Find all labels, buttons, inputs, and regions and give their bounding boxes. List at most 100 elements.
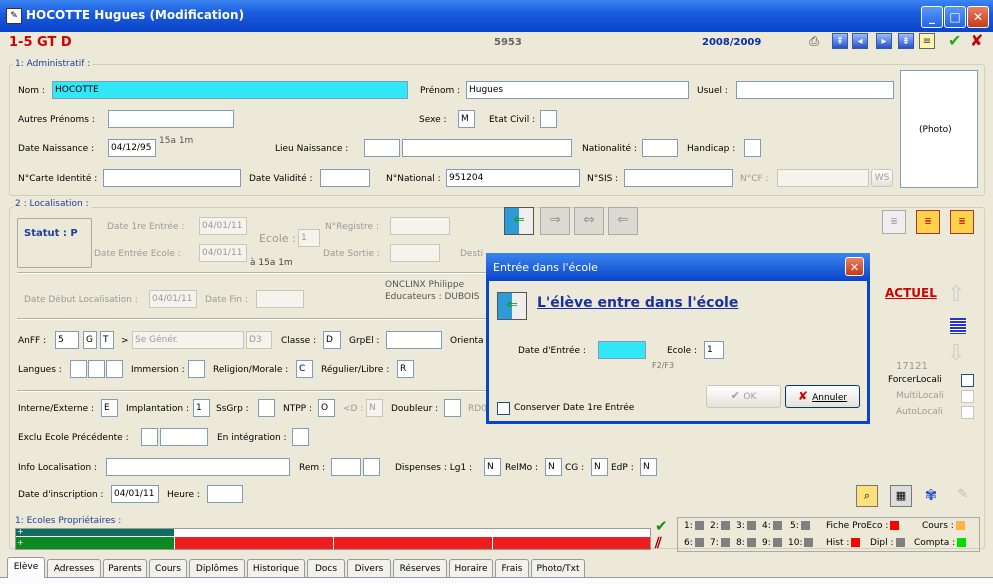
registre-field[interactable] xyxy=(390,217,450,235)
ssgrp-field[interactable] xyxy=(258,399,275,417)
refresh-icon[interactable]: ✾ xyxy=(920,485,942,507)
tab-10[interactable]: Frais xyxy=(495,559,529,577)
dialog-close-button[interactable]: ✕ xyxy=(845,257,864,276)
cf-field[interactable] xyxy=(777,169,869,187)
tab-2[interactable]: Parents xyxy=(103,559,147,577)
etat-civil-field[interactable] xyxy=(540,110,557,128)
info-loc-field[interactable] xyxy=(106,458,290,476)
tab-11[interactable]: Photo/Txt xyxy=(531,559,585,577)
tab-8[interactable]: Réserves xyxy=(393,559,447,577)
actuel-link[interactable]: ACTUEL xyxy=(885,286,937,300)
auto-checkbox[interactable] xyxy=(961,406,974,419)
forcer-checkbox[interactable] xyxy=(961,374,974,387)
prev-icon[interactable]: ◂ xyxy=(852,33,868,49)
sis-field[interactable] xyxy=(624,169,733,187)
anff-d3-field[interactable]: D3 xyxy=(246,331,272,349)
minimize-button[interactable]: _ xyxy=(921,6,943,28)
anff-general-field[interactable]: Se Génér. xyxy=(132,331,244,349)
report-alt-icon[interactable]: ≣ xyxy=(950,210,974,234)
ntpp-field[interactable]: O xyxy=(318,399,335,417)
search-icon[interactable]: ⌕ xyxy=(856,485,878,507)
tab-0[interactable]: Elève xyxy=(7,557,45,578)
classe-field[interactable]: D xyxy=(323,331,341,349)
rem-field-2[interactable] xyxy=(363,458,380,476)
anff-field-2[interactable]: G xyxy=(83,331,97,349)
grpel-field[interactable] xyxy=(386,331,442,349)
prenom-field[interactable]: Hugues xyxy=(466,81,689,99)
ok-button[interactable]: ✔ OK xyxy=(706,385,781,408)
tab-3[interactable]: Cours xyxy=(149,559,187,577)
implantation-field[interactable]: 1 xyxy=(193,399,210,417)
heure-field[interactable] xyxy=(207,485,243,503)
plus-1[interactable]: + xyxy=(17,527,24,536)
sexe-field[interactable]: M xyxy=(458,110,475,128)
tab-9[interactable]: Horaire xyxy=(449,559,493,577)
door-transfer-icon[interactable]: ⇔ xyxy=(574,207,604,235)
exclu-field[interactable] xyxy=(141,428,158,446)
cg-field[interactable]: N xyxy=(591,458,608,476)
anff-field-3[interactable]: T xyxy=(100,331,114,349)
arrow-down-icon[interactable]: ⇩ xyxy=(947,343,965,365)
interne-field[interactable]: E xyxy=(101,399,118,417)
ecole-field[interactable]: 1 xyxy=(298,229,320,247)
list-icon[interactable] xyxy=(950,318,966,334)
door-exit-icon[interactable]: ⇒ xyxy=(540,207,570,235)
calculator-icon[interactable]: ▦ xyxy=(890,485,912,507)
arrow-up-icon[interactable]: ⇧ xyxy=(947,284,965,306)
edit-icon[interactable]: ✎ xyxy=(952,485,974,507)
edp-field[interactable]: N xyxy=(640,458,657,476)
date-entree-ecole-field[interactable]: 04/01/11 xyxy=(199,244,247,262)
dialog-date-entree-field[interactable] xyxy=(598,341,646,359)
langue-field-2[interactable] xyxy=(88,360,105,378)
dialog-ecole-field[interactable]: 1 xyxy=(704,341,724,359)
ws-button[interactable]: WS xyxy=(871,169,893,187)
annuler-button[interactable]: ✘ Annuler xyxy=(785,385,860,408)
check-icon[interactable]: ✔ xyxy=(655,517,668,535)
usuel-field[interactable] xyxy=(736,81,894,99)
tab-4[interactable]: Diplômes xyxy=(189,559,245,577)
multi-checkbox[interactable] xyxy=(961,390,974,403)
date-1re-entree-field[interactable]: 04/01/11 xyxy=(199,217,247,235)
lt-d-field[interactable]: N xyxy=(366,399,383,417)
door-enter-icon[interactable]: ⇐ xyxy=(504,207,534,235)
date-naissance-field[interactable]: 04/12/95 xyxy=(108,139,156,157)
date-sortie-field[interactable] xyxy=(390,244,440,262)
plus-2[interactable]: + xyxy=(17,538,24,547)
religion-field[interactable]: C xyxy=(296,360,313,378)
inscription-field[interactable]: 04/01/11 xyxy=(111,485,159,503)
date-debut-field[interactable]: 04/01/11 xyxy=(149,290,197,308)
tab-6[interactable]: Docs xyxy=(307,559,345,577)
tab-1[interactable]: Adresses xyxy=(47,559,101,577)
report-icon[interactable]: ≣ xyxy=(916,210,940,234)
nom-field[interactable]: HOCOTTE xyxy=(52,81,408,99)
langue-field-1[interactable] xyxy=(70,360,87,378)
door-return-icon[interactable]: ⇐ xyxy=(608,207,638,235)
doubleur-field[interactable] xyxy=(444,399,461,417)
cancel-icon[interactable]: ✘ xyxy=(970,31,983,50)
exclu-ecole-field[interactable] xyxy=(160,428,208,446)
notes-icon[interactable]: ≡ xyxy=(919,33,935,49)
handicap-field[interactable] xyxy=(744,139,761,157)
immersion-field[interactable] xyxy=(188,360,205,378)
conserver-checkbox[interactable] xyxy=(497,402,510,415)
lieu-naissance-code-field[interactable] xyxy=(364,139,400,157)
next-icon[interactable]: ▸ xyxy=(876,33,892,49)
first-icon[interactable]: ⇞ xyxy=(832,33,848,49)
close-button[interactable]: ✕ xyxy=(967,6,989,28)
history-icon[interactable]: ≣ xyxy=(882,210,906,234)
integration-field[interactable] xyxy=(292,428,309,446)
lieu-naissance-field[interactable] xyxy=(402,139,572,157)
autres-prenoms-field[interactable] xyxy=(108,110,234,128)
tab-5[interactable]: Historique xyxy=(247,559,305,577)
regulier-field[interactable]: R xyxy=(397,360,414,378)
maximize-button[interactable]: □ xyxy=(944,6,966,28)
date-validite-field[interactable] xyxy=(320,169,370,187)
langue-field-3[interactable] xyxy=(106,360,123,378)
tab-7[interactable]: Divers xyxy=(347,559,391,577)
date-fin-field[interactable] xyxy=(256,290,304,308)
rem-field-1[interactable] xyxy=(331,458,361,476)
nationalite-field[interactable] xyxy=(642,139,678,157)
validate-icon[interactable]: ✔ xyxy=(948,31,961,50)
stamp-icon[interactable]: ⎙ xyxy=(806,33,822,49)
national-field[interactable]: 951204 xyxy=(446,169,580,187)
